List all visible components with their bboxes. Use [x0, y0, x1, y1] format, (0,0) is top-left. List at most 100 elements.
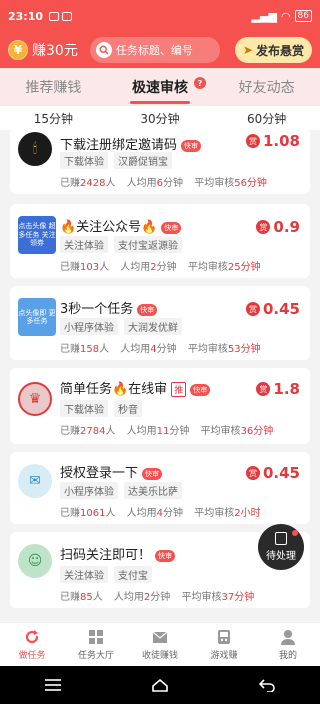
status-right: ▂▄▆ ◠ 86 — [252, 10, 312, 23]
task-card[interactable]: 点击头像 超多任务 关注领券 🔥关注公众号🔥 快审 关注体验 支付宝返源验 已赚10… — [10, 204, 310, 278]
fast-review-badge: 快审 — [190, 383, 211, 396]
task-tag: 小程序体验 — [60, 482, 118, 499]
tab-fast-review[interactable]: 极速审核 ? — [129, 73, 206, 104]
help-icon[interactable]: ? — [193, 77, 206, 89]
task-tag: 关注体验 — [60, 566, 108, 583]
tab-fast-review-label: 极速审核 — [131, 80, 188, 96]
task-title: 下载注册绑定邀请码 快审 — [60, 134, 202, 153]
gamepad-icon — [218, 630, 230, 644]
fast-review-badge: 快审 — [181, 139, 202, 152]
task-avatar: 点击头像 超多任务 关注领券 — [18, 216, 56, 254]
wifi-icon: ◠ — [280, 9, 291, 23]
user-icon — [281, 630, 295, 645]
signal-icon: ▂▄▆ — [251, 9, 277, 23]
task-stats: 已赚85人 人均用2分钟 平均审核37分钟 — [60, 592, 255, 603]
notification-dot — [292, 530, 298, 536]
search-input[interactable]: 任务标题、编号 — [89, 37, 220, 63]
task-tag: 下载体验 — [60, 152, 108, 169]
nav-invite[interactable]: 收徒赚钱 — [128, 623, 192, 666]
task-title: 🔥关注公众号🔥 快审 — [60, 216, 182, 235]
task-stats: 已赚2784人 人均用11分钟 平均审核36分钟 — [60, 426, 274, 437]
clipboard-icon — [275, 532, 287, 545]
task-title: 扫码关注即可！ 快审 — [60, 544, 176, 563]
task-reward: 赏 0.9 — [256, 218, 300, 236]
back-icon[interactable] — [258, 678, 276, 692]
send-icon: ➤ — [242, 43, 253, 57]
task-card[interactable]: ♛ 简单任务🔥在线审推快审 下载体验 秒音 已赚2784人 人均用11分钟 平均审… — [10, 368, 310, 444]
nav-label: 做任务 — [18, 651, 46, 661]
nav-label: 游戏赚 — [210, 651, 238, 661]
tab-60min[interactable]: 60分钟 — [245, 108, 288, 129]
task-reward: 赏 0.45 — [245, 464, 300, 482]
reward-icon: 赏 — [245, 466, 260, 480]
task-reward: 赏 0.45 — [245, 300, 300, 318]
task-stats: 已赚158人 人均用4分钟 平均审核53分钟 — [60, 344, 261, 355]
system-nav-bar — [0, 666, 320, 704]
task-stats: 已赚1061人 人均用4分钟 平均审核2小时 — [60, 508, 261, 519]
task-stats: 已赚103人 人均用2分钟 平均审核25分钟 — [60, 262, 261, 273]
nav-games[interactable]: 游戏赚 — [192, 623, 256, 666]
task-card[interactable]: 点头像即 更多任务 3秒一个任务 快审 小程序体验 大润发优鲜 已赚158人 人均用… — [10, 286, 310, 360]
main-tabs: 推荐赚钱 极速审核 ? 好友动态 — [0, 68, 320, 106]
fast-review-badge: 快审 — [155, 549, 176, 562]
tab-friends[interactable]: 好友动态 — [237, 73, 297, 101]
notification-icon — [62, 11, 73, 21]
grid-icon — [89, 630, 103, 644]
task-card[interactable]: ✉ 授权登录一下 快审 小程序体验 达美乐比萨 已赚1061人 人均用4分钟 平均审… — [10, 452, 310, 524]
nav-do-task[interactable]: 做任务 — [0, 623, 64, 666]
search-icon — [95, 42, 112, 58]
battery-icon: 86 — [294, 10, 312, 22]
task-title: 简单任务🔥在线审推快审 — [60, 378, 211, 397]
notification-icons — [49, 11, 73, 21]
refresh-icon — [25, 630, 39, 644]
tab-30min[interactable]: 30分钟 — [138, 108, 181, 129]
task-tag: 达美乐比萨 — [124, 482, 182, 499]
fast-review-badge: 快审 — [137, 303, 158, 316]
task-avatar: 点头像即 更多任务 — [18, 298, 56, 336]
top-header: ¥ 赚30元 任务标题、编号 ➤ 发布悬赏 — [0, 32, 320, 68]
nav-task-hall[interactable]: 任务大厅 — [64, 623, 128, 666]
reward-icon: 赏 — [245, 134, 260, 148]
task-avatar: ☺ — [18, 544, 52, 578]
balance-button[interactable]: ¥ 赚30元 — [8, 40, 78, 60]
task-tag: 支付宝 — [114, 566, 152, 583]
task-title: 授权登录一下 快审 — [60, 462, 163, 481]
envelope-icon — [152, 631, 168, 643]
nav-label: 收徒赚钱 — [141, 651, 178, 661]
coin-icon: ¥ — [8, 40, 28, 60]
tab-recommend[interactable]: 推荐赚钱 — [23, 73, 83, 101]
pending-button[interactable]: 待处理 — [258, 524, 304, 570]
task-title: 3秒一个任务 快审 — [60, 298, 158, 317]
fast-review-badge: 快审 — [142, 467, 163, 480]
time-filter-tabs: 15分钟 30分钟 60分钟 — [0, 106, 320, 132]
nav-me[interactable]: 我的 — [256, 623, 320, 666]
search-placeholder: 任务标题、编号 — [115, 44, 193, 57]
status-bar: 23:10 ▂▄▆ ◠ 86 — [0, 0, 320, 32]
task-avatar: ♛ — [18, 382, 52, 416]
pending-label: 待处理 — [266, 551, 296, 562]
task-reward: 赏 1.8 — [256, 380, 300, 398]
task-tag: 小程序体验 — [60, 318, 118, 335]
nav-label: 我的 — [278, 651, 297, 661]
balance-label: 赚30元 — [32, 43, 78, 59]
publish-label: 发布悬赏 — [255, 43, 304, 58]
task-tag: 下载体验 — [60, 400, 108, 417]
task-tag: 秒音 — [114, 400, 142, 417]
task-tag: 汉爵促销宝 — [114, 152, 172, 169]
nav-label: 任务大厅 — [77, 651, 114, 661]
task-avatar: 🕯 — [18, 132, 52, 166]
task-card[interactable]: 🕯 下载注册绑定邀请码 快审 下载体验 汉爵促销宝 已赚2428人 人均用6分钟 平… — [10, 130, 310, 194]
fast-review-badge: 快审 — [161, 221, 182, 234]
menu-icon[interactable] — [44, 678, 62, 692]
task-reward: 赏 1.08 — [245, 132, 300, 150]
notification-icon — [49, 11, 60, 21]
publish-reward-button[interactable]: ➤ 发布悬赏 — [234, 37, 312, 63]
tab-15min[interactable]: 15分钟 — [29, 108, 78, 132]
recommend-badge: 推 — [171, 382, 187, 397]
task-tag: 支付宝返源验 — [114, 236, 182, 253]
reward-icon: 赏 — [245, 302, 260, 316]
task-tag: 大润发优鲜 — [124, 318, 182, 335]
reward-icon: 赏 — [256, 220, 271, 234]
home-icon[interactable] — [151, 678, 169, 692]
reward-icon: 赏 — [256, 382, 271, 396]
